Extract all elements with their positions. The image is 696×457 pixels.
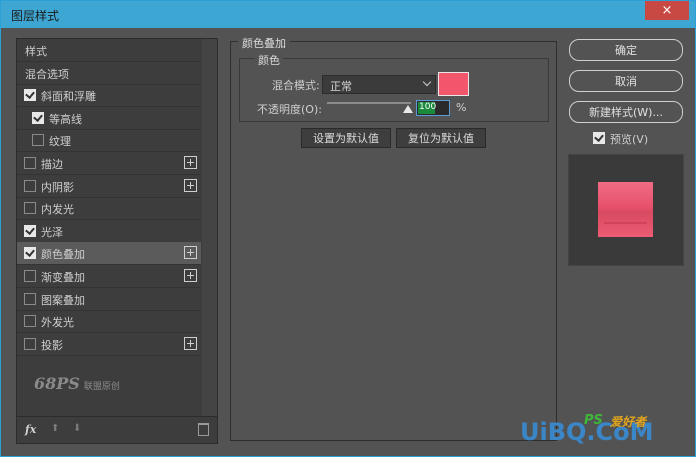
title-bar: 图层样式 ×	[1, 1, 695, 28]
sidebar-item-stroke[interactable]: 描边	[17, 152, 201, 175]
checkbox[interactable]	[24, 224, 36, 237]
opacity-value: 100	[419, 102, 437, 112]
brand-ps: PS	[584, 413, 603, 428]
watermark-logo: 68PS 联盟原创	[34, 374, 120, 393]
checkbox[interactable]	[32, 111, 44, 124]
style-list-toolbar: fx ⬆ ⬇	[17, 416, 217, 443]
layer-style-dialog: 图层样式 × 样式 混合选项 斜面和浮雕 等高线 纹理 描边 内阴影 内发光 光泽 颜色叠加 渐变叠…	[0, 0, 696, 457]
sidebar-item-satin[interactable]: 光泽	[17, 220, 201, 243]
opacity-input[interactable]: 100	[416, 100, 450, 116]
sidebar-item-bevel-emboss[interactable]: 斜面和浮雕	[17, 84, 201, 108]
sidebar-item-gradient-overlay[interactable]: 渐变叠加	[17, 265, 201, 288]
sidebar-item-pattern-overlay[interactable]: 图案叠加	[17, 288, 201, 311]
sidebar-item-inner-glow[interactable]: 内发光	[17, 197, 201, 221]
opacity-slider[interactable]	[327, 102, 411, 104]
checkbox[interactable]	[24, 179, 36, 192]
preview-swatch	[598, 182, 653, 237]
blend-mode-label: 混合模式:	[272, 79, 320, 92]
opacity-slider-thumb[interactable]	[403, 105, 413, 113]
blend-mode-value: 正常	[330, 80, 352, 93]
style-list-scrollbar[interactable]	[202, 39, 217, 419]
group-title: 颜色	[255, 52, 283, 68]
sidebar-item-label: 内发光	[41, 203, 74, 217]
move-down-icon[interactable]: ⬇	[73, 423, 81, 434]
reset-default-button[interactable]: 复位为默认值	[396, 128, 486, 148]
ok-button[interactable]: 确定	[569, 39, 683, 61]
move-up-icon[interactable]: ⬆	[51, 423, 59, 434]
sidebar-item-label: 内阴影	[41, 180, 74, 194]
sidebar-item-label: 外发光	[41, 316, 74, 330]
sidebar-item-blending-options[interactable]: 混合选项	[17, 62, 201, 85]
sidebar-item-label: 混合选项	[25, 67, 69, 81]
sidebar-item-label: 描边	[41, 158, 63, 171]
add-instance-icon[interactable]	[184, 336, 197, 350]
opacity-unit: %	[456, 101, 467, 114]
brand-cn: 爱好者	[610, 415, 647, 429]
add-instance-icon[interactable]	[184, 269, 197, 282]
sidebar-item-outer-glow[interactable]: 外发光	[17, 310, 201, 334]
style-list: 样式混合选项斜面和浮雕等高线纹理描边内阴影内发光光泽颜色叠加渐变叠加图案叠加外发…	[16, 38, 218, 444]
sidebar-item-label: 斜面和浮雕	[41, 90, 96, 104]
close-button[interactable]: ×	[645, 1, 689, 20]
set-default-button[interactable]: 设置为默认值	[301, 128, 391, 148]
sidebar-item-label: 图案叠加	[41, 293, 85, 307]
sidebar-item-drop-shadow[interactable]: 投影	[17, 333, 201, 356]
sidebar-item-styles[interactable]: 样式	[17, 39, 201, 62]
sidebar-item-label: 样式	[25, 45, 47, 58]
window-title: 图层样式	[11, 9, 60, 23]
color-swatch[interactable]	[438, 72, 469, 96]
checkbox[interactable]	[32, 134, 44, 147]
sidebar-item-label: 颜色叠加	[41, 248, 85, 262]
blend-mode-select[interactable]: 正常	[322, 75, 436, 94]
close-icon: ×	[661, 3, 673, 18]
add-instance-icon[interactable]	[184, 156, 197, 169]
sidebar-item-label: 纹理	[49, 135, 71, 149]
checkbox[interactable]	[24, 202, 36, 215]
sidebar-item-texture[interactable]: 纹理	[17, 129, 201, 153]
panel-title: 颜色叠加	[238, 35, 290, 51]
checkbox[interactable]	[24, 89, 36, 102]
sidebar-item-label: 渐变叠加	[41, 271, 85, 284]
preview-label: 预览(V)	[610, 133, 649, 146]
sidebar-item-color-overlay[interactable]: 颜色叠加	[17, 242, 201, 266]
checkbox[interactable]	[24, 315, 36, 328]
opacity-label: 不透明度(O):	[257, 103, 322, 116]
sidebar-item-inner-shadow[interactable]: 内阴影	[17, 175, 201, 198]
add-instance-icon[interactable]	[184, 246, 197, 260]
checkbox[interactable]	[24, 247, 36, 260]
fx-button[interactable]: fx	[25, 423, 36, 436]
sidebar-item-label: 光泽	[41, 225, 63, 239]
site-brand: UiBQ.CoM PS 爱好者	[520, 413, 654, 446]
checkbox[interactable]	[24, 157, 36, 169]
trash-icon[interactable]	[198, 423, 209, 436]
sidebar-item-label: 等高线	[49, 112, 82, 126]
sidebar-item-contour[interactable]: 等高线	[17, 107, 201, 130]
checkbox[interactable]	[24, 292, 36, 305]
sidebar-item-label: 投影	[41, 338, 63, 352]
cancel-button[interactable]: 取消	[569, 70, 683, 92]
preview-checkbox[interactable]	[593, 132, 605, 144]
add-instance-icon[interactable]	[184, 178, 197, 192]
preview-thumbnail	[568, 154, 684, 266]
checkbox[interactable]	[24, 270, 36, 282]
chevron-down-icon	[422, 77, 432, 87]
checkbox[interactable]	[24, 337, 36, 350]
new-style-button[interactable]: 新建样式(W)...	[569, 101, 683, 123]
